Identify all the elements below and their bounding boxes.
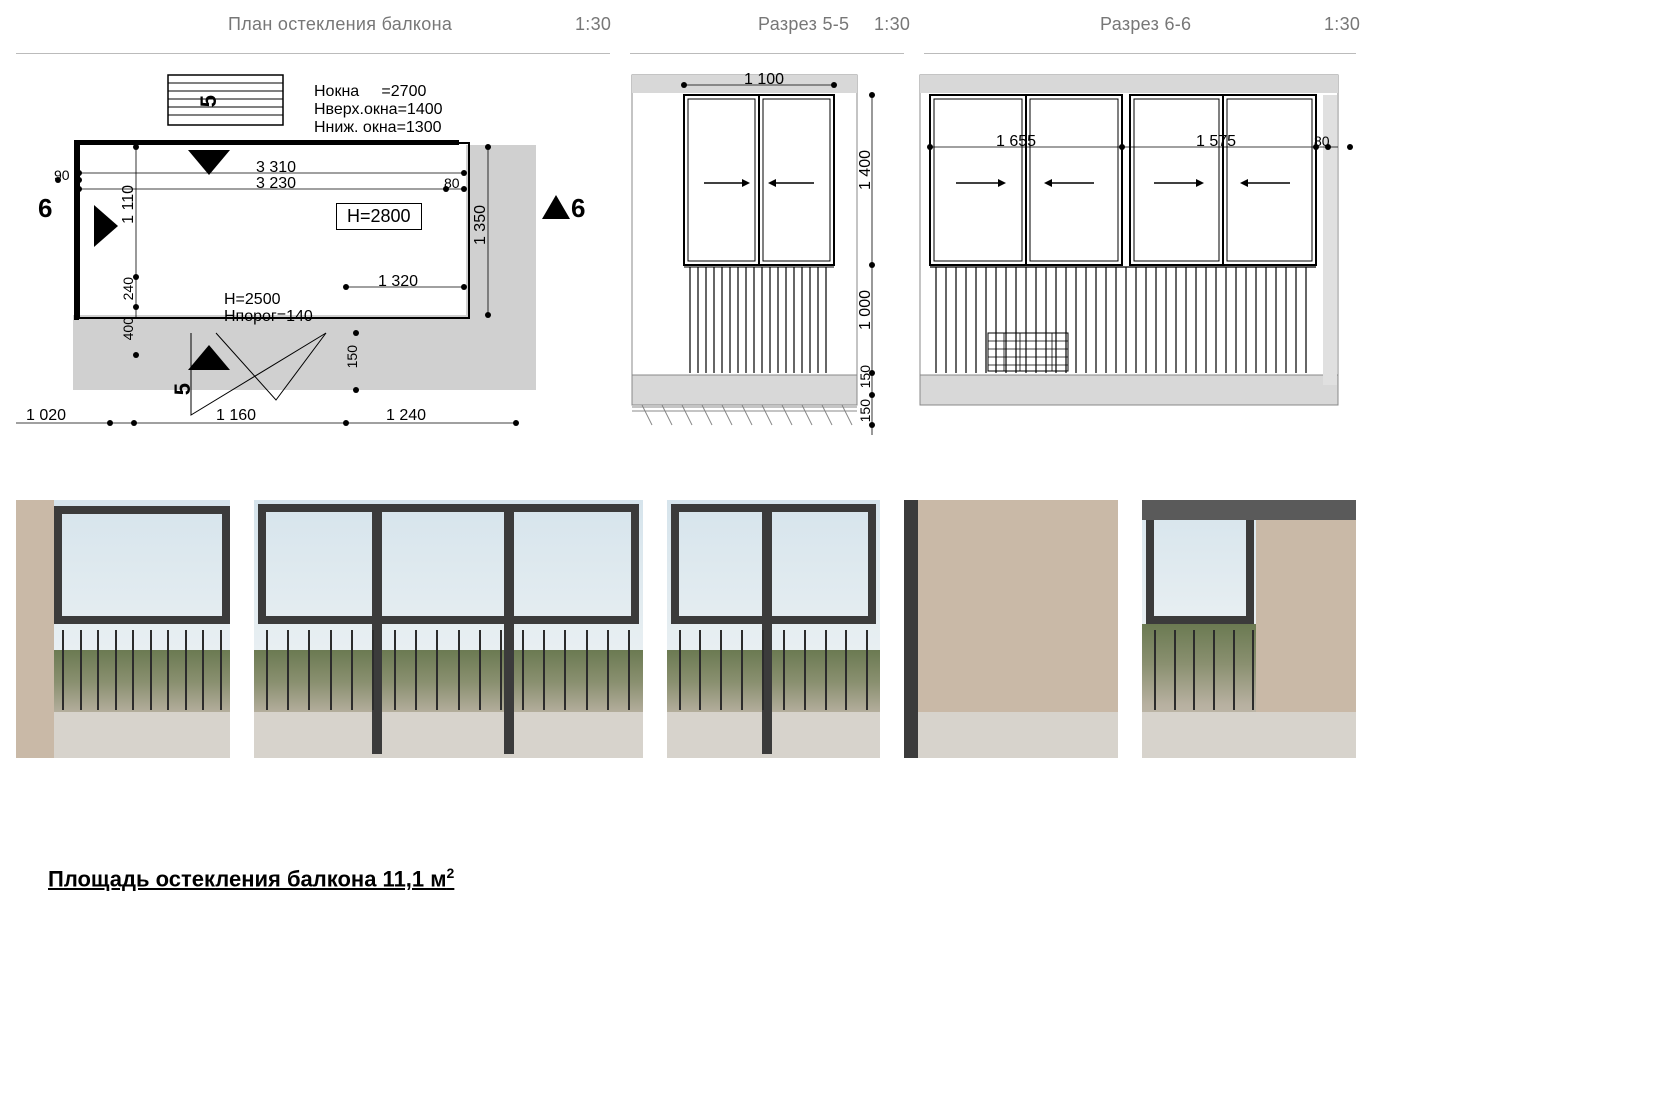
plan-svg bbox=[16, 55, 606, 455]
param-h-nij: Hниж. окна=1300 bbox=[314, 119, 442, 137]
dim-400: 400 bbox=[120, 317, 136, 340]
dim-1240: 1 240 bbox=[386, 407, 426, 425]
rule-plan bbox=[16, 53, 610, 54]
photo-4 bbox=[904, 500, 1118, 758]
photo-1 bbox=[16, 500, 230, 758]
rule-sec6 bbox=[924, 53, 1356, 54]
sec6-d1575: 1 575 bbox=[1196, 133, 1236, 151]
sec5-d1000: 1 000 bbox=[857, 290, 875, 330]
h-box: H=2800 bbox=[336, 203, 422, 230]
sec-mark-6-right: 6 bbox=[571, 193, 585, 224]
dim-1160: 1 160 bbox=[216, 407, 256, 425]
rule-sec5 bbox=[630, 53, 904, 54]
param-h-okna: Hокна =2700 bbox=[314, 83, 426, 101]
footer-area: Площадь остекления балкона 11,1 м2 bbox=[48, 865, 454, 892]
dim-1020: 1 020 bbox=[26, 407, 66, 425]
sec5-svg bbox=[622, 55, 907, 455]
dim-1350: 1 350 bbox=[472, 205, 490, 245]
dim-h2500: H=2500 bbox=[224, 291, 281, 309]
photo-strip bbox=[16, 500, 1356, 770]
photo-2 bbox=[254, 500, 643, 758]
plan-scale: 1:30 bbox=[575, 14, 611, 35]
triangle-icon bbox=[542, 195, 570, 219]
sec6-d80: 80 bbox=[1314, 133, 1330, 149]
dim-240: 240 bbox=[120, 277, 136, 300]
photo-3 bbox=[667, 500, 881, 758]
sec6-svg bbox=[918, 55, 1358, 455]
sec6-title: Разрез 6-6 bbox=[1100, 14, 1191, 35]
section-6-6: 1 655 1 575 80 bbox=[918, 55, 1358, 455]
sec5-scale: 1:30 bbox=[874, 14, 910, 35]
dim-hporog: Hпорог=140 bbox=[224, 308, 313, 326]
sec-mark-6-left: 6 bbox=[38, 193, 52, 224]
sec5-d150b: 150 bbox=[857, 399, 873, 422]
dim-1110: 1 110 bbox=[120, 185, 138, 224]
photo-5 bbox=[1142, 500, 1356, 758]
dim-3230: 3 230 bbox=[256, 175, 296, 193]
plan-drawing: Hокна =2700 Hверх.окна=1400 Hниж. окна=1… bbox=[16, 55, 606, 455]
plan-title: План остекления балкона bbox=[228, 14, 452, 35]
dim-90: 90 bbox=[54, 167, 70, 183]
dim-80: 80 bbox=[444, 175, 460, 191]
sec5-d1100: 1 100 bbox=[744, 71, 784, 89]
sec-mark-5-top: 5 bbox=[196, 95, 222, 107]
sec5-title: Разрез 5-5 bbox=[758, 14, 849, 35]
section-5-5: 1 100 1 400 1 000 150 150 bbox=[622, 55, 907, 455]
footer-text: Площадь остекления балкона 11,1 м bbox=[48, 866, 447, 891]
sec6-scale: 1:30 bbox=[1324, 14, 1360, 35]
footer-sup: 2 bbox=[447, 865, 455, 881]
dim-1320: 1 320 bbox=[378, 273, 418, 291]
dim-150: 150 bbox=[344, 345, 360, 368]
sec6-d1655: 1 655 bbox=[996, 133, 1036, 151]
sec-mark-5-bot: 5 bbox=[170, 383, 196, 395]
sec5-d1400: 1 400 bbox=[857, 150, 875, 190]
sec5-d150a: 150 bbox=[857, 365, 873, 388]
param-h-verh: Hверх.окна=1400 bbox=[314, 101, 443, 119]
